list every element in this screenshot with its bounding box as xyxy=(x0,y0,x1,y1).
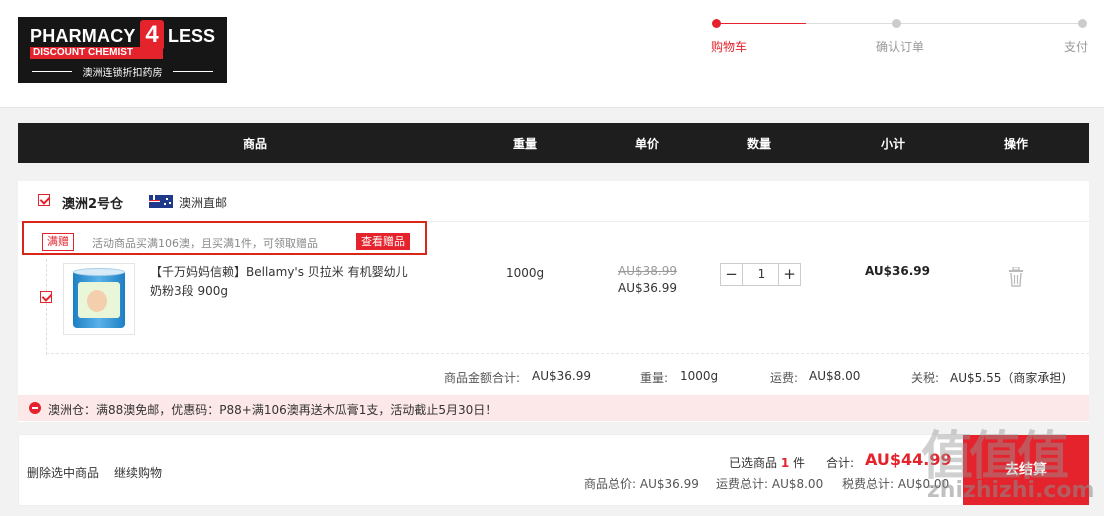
promo-text: 活动商品买满106澳，且买满1件，可领取赠品 xyxy=(92,237,318,250)
grand-total-label: 合计: xyxy=(826,456,855,470)
item-subtotal: AU$36.99 xyxy=(865,264,930,278)
warehouse-select-checkbox[interactable] xyxy=(38,194,50,206)
promo-tag: 满赠 xyxy=(42,233,74,251)
logo-brand-left: PHARMACY xyxy=(30,26,136,46)
quantity-input[interactable]: 1 xyxy=(743,264,780,285)
step-dot-pay xyxy=(1078,19,1087,28)
goods-price-total: 商品总价: AU$36.99 xyxy=(584,477,699,491)
quantity-increase-button[interactable]: + xyxy=(778,264,800,285)
selected-suffix: 件 xyxy=(793,456,806,470)
column-quantity: 数量 xyxy=(746,137,772,151)
continue-shopping-link[interactable]: 继续购物 xyxy=(114,464,162,481)
tax-value: AU$5.55（商家承担) xyxy=(950,371,1067,385)
warehouse-name: 澳洲2号仓 xyxy=(62,197,124,212)
column-weight: 重量 xyxy=(512,137,538,151)
tax-label: 关税: xyxy=(911,371,940,385)
step-dot-cart xyxy=(712,19,721,28)
item-select-checkbox[interactable] xyxy=(40,291,52,303)
australia-flag-icon xyxy=(149,195,173,208)
shipping-total: 运费总计: AU$8.00 xyxy=(716,477,824,491)
delete-selected-link[interactable]: 删除选中商品 xyxy=(27,464,99,481)
item-weight: 1000g xyxy=(506,266,545,280)
step-label-confirm: 确认订单 xyxy=(876,40,925,54)
weight-total-label: 重量: xyxy=(640,371,669,385)
selected-count-value: 1 xyxy=(780,456,790,470)
selected-prefix: 已选商品 xyxy=(729,456,778,470)
formula-can-baby xyxy=(87,290,107,312)
shipping-fee-label: 运费: xyxy=(770,371,799,385)
quantity-stepper[interactable]: − 1 + xyxy=(720,263,801,286)
cart-warehouse-group: 澳洲2号仓 澳洲直邮 满赠 活动商品买满106澳，且买满1件，可领取赠品 查看赠… xyxy=(18,181,1089,422)
watermark-text: zhizhizhi.com xyxy=(927,478,1095,503)
step-line-active xyxy=(716,23,806,24)
weight-total-value: 1000g xyxy=(680,369,719,383)
column-unit-price: 单价 xyxy=(634,137,660,151)
logo-tagline: DISCOUNT CHEMIST xyxy=(30,47,163,59)
selected-count: 已选商品 1 件 xyxy=(729,454,805,471)
logo-divider-right xyxy=(173,71,213,72)
product-image[interactable] xyxy=(63,263,135,335)
column-subtotal: 小计 xyxy=(880,137,906,151)
goods-total-value: AU$36.99 xyxy=(532,369,591,383)
logo-brand-right: LESS xyxy=(168,26,216,46)
shipping-fee-value: AU$8.00 xyxy=(809,369,861,383)
cart-table-header: 商品 重量 单价 数量 小计 操作 xyxy=(18,123,1089,163)
step-dot-confirm xyxy=(892,19,901,28)
column-product: 商品 xyxy=(242,137,268,151)
step-line-inactive xyxy=(806,23,1081,24)
logo-brand-number: 4 xyxy=(140,20,164,50)
goods-total-label: 商品金额合计: xyxy=(444,371,521,385)
item-divider xyxy=(46,259,47,355)
pharmacy4less-logo[interactable]: PHARMACY 4 LESS DISCOUNT CHEMIST 澳洲连锁折扣药… xyxy=(18,17,227,83)
quantity-decrease-button[interactable]: − xyxy=(721,264,743,285)
shipping-method: 澳洲直邮 xyxy=(179,196,228,210)
view-gift-button[interactable]: 查看赠品 xyxy=(356,233,410,250)
checkout-steps: 购物车 确认订单 支付 xyxy=(706,18,1091,58)
item-unit-price: AU$36.99 xyxy=(618,281,677,295)
step-label-cart: 购物车 xyxy=(711,40,748,54)
formula-can-lid xyxy=(73,268,125,276)
product-name-link[interactable]: 【千万妈妈信赖】Bellamy's 贝拉米 有机婴幼儿奶粉3段 900g xyxy=(150,263,412,301)
trash-icon[interactable] xyxy=(1008,267,1024,287)
step-label-pay: 支付 xyxy=(1064,40,1089,54)
column-action: 操作 xyxy=(1003,137,1029,151)
page-header: PHARMACY 4 LESS DISCOUNT CHEMIST 澳洲连锁折扣药… xyxy=(0,0,1104,108)
notice-text: 澳洲仓：满88澳免邮，优惠码：P88+满106澳再送木瓜膏1支，活动截止5月30… xyxy=(48,403,498,417)
item-bottom-divider xyxy=(46,353,1089,354)
minus-circle-icon xyxy=(29,402,41,414)
watermark-logo: 值值值 xyxy=(921,427,1069,487)
item-original-price: AU$38.99 xyxy=(618,264,677,278)
